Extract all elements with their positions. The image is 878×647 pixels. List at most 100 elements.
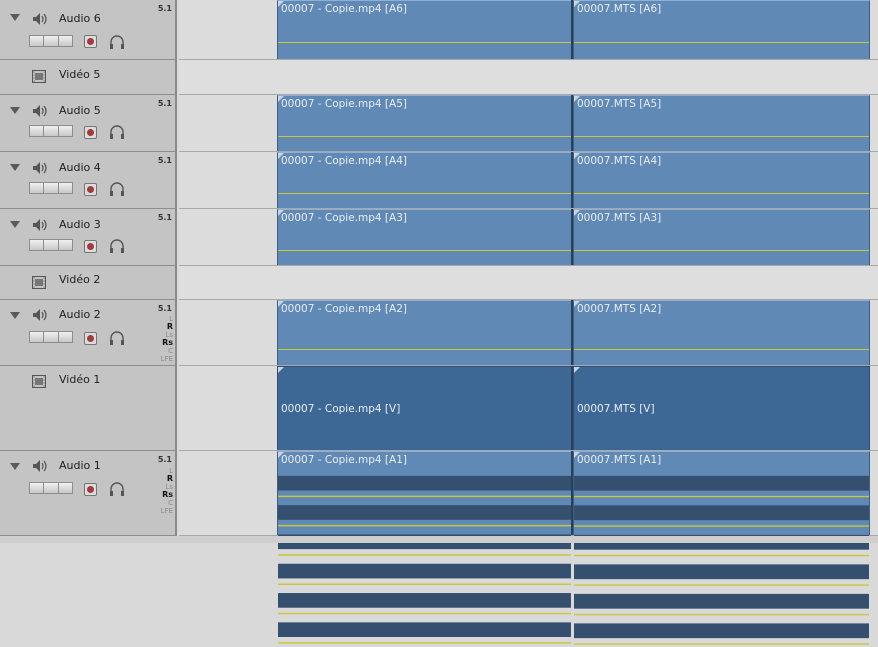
keyframe-next-icon[interactable] bbox=[57, 331, 73, 343]
headphones-icon[interactable] bbox=[109, 239, 125, 253]
volume-line[interactable] bbox=[574, 193, 869, 194]
track-lane[interactable] bbox=[179, 266, 878, 300]
audio-clip[interactable]: 00007 - Copie.mp4 [A5] bbox=[277, 95, 572, 151]
keyframe-next-icon[interactable] bbox=[57, 182, 73, 194]
track-name: Audio 1 bbox=[59, 459, 101, 472]
track-lane[interactable]: 00007 - Copie.mp4 [A1] 00007.MTS [A1] bbox=[179, 451, 878, 645]
headphones-icon[interactable] bbox=[109, 182, 125, 196]
keyframe-prev-icon[interactable] bbox=[29, 331, 45, 343]
record-icon[interactable] bbox=[84, 483, 97, 496]
keyframe-add-icon[interactable] bbox=[43, 239, 59, 251]
keyframe-prev-icon[interactable] bbox=[29, 35, 45, 47]
audio-clip[interactable]: 00007 - Copie.mp4 [A6] bbox=[277, 0, 572, 59]
audio-clip[interactable]: 00007 - Copie.mp4 [A3] bbox=[277, 209, 572, 265]
volume-line[interactable] bbox=[574, 42, 869, 43]
audio-clip[interactable]: 00007.MTS [A3] bbox=[573, 209, 870, 265]
keyframe-next-icon[interactable] bbox=[57, 35, 73, 47]
volume-line[interactable] bbox=[574, 136, 869, 137]
video-clip[interactable]: 00007 - Copie.mp4 [V] bbox=[277, 366, 572, 450]
audio-clip[interactable]: 00007.MTS [A4] bbox=[573, 152, 870, 208]
volume-line[interactable] bbox=[278, 42, 571, 43]
track-header[interactable]: Audio 5 5.1 bbox=[0, 95, 177, 152]
track-header[interactable]: Audio 1 5.1 L R Ls Rs C LFE bbox=[0, 451, 177, 536]
clip-label: 00007.MTS [V] bbox=[577, 403, 655, 415]
keyframe-add-icon[interactable] bbox=[43, 331, 59, 343]
video-clip[interactable]: 00007.MTS [V] bbox=[573, 366, 870, 450]
track-name: Vidéo 5 bbox=[59, 68, 101, 81]
track-header[interactable]: Vidéo 5 bbox=[0, 60, 177, 95]
triangle-down-icon[interactable] bbox=[10, 463, 20, 470]
keyframe-add-icon[interactable] bbox=[43, 125, 59, 137]
track-header[interactable]: Vidéo 2 bbox=[0, 266, 177, 300]
audio-clip[interactable]: 00007 - Copie.mp4 [A1] bbox=[277, 451, 572, 644]
triangle-down-icon[interactable] bbox=[10, 14, 20, 21]
channel-label: LFE bbox=[160, 355, 173, 363]
track-name: Audio 6 bbox=[59, 12, 101, 25]
speaker-icon[interactable] bbox=[32, 218, 48, 232]
record-icon[interactable] bbox=[84, 332, 97, 345]
keyframe-next-icon[interactable] bbox=[57, 125, 73, 137]
triangle-down-icon[interactable] bbox=[10, 221, 20, 228]
volume-line[interactable] bbox=[278, 136, 571, 137]
track-lane[interactable] bbox=[179, 60, 878, 95]
volume-line[interactable] bbox=[278, 250, 571, 251]
track-header[interactable]: Audio 4 5.1 bbox=[0, 152, 177, 209]
volume-line[interactable] bbox=[574, 349, 869, 350]
speaker-icon[interactable] bbox=[32, 104, 48, 118]
keyframe-prev-icon[interactable] bbox=[29, 239, 45, 251]
channel-label: C bbox=[168, 499, 173, 507]
audio-clip[interactable]: 00007.MTS [A5] bbox=[573, 95, 870, 151]
keyframe-navigator bbox=[29, 35, 73, 47]
audio-clip[interactable]: 00007 - Copie.mp4 [A4] bbox=[277, 152, 572, 208]
keyframe-prev-icon[interactable] bbox=[29, 182, 45, 194]
clip-label: 00007.MTS [A6] bbox=[577, 3, 662, 15]
speaker-icon[interactable] bbox=[32, 459, 48, 473]
track-lane[interactable]: 00007 - Copie.mp4 [A5] 00007.MTS [A5] bbox=[179, 95, 878, 152]
track-audio-4: Audio 4 5.1 00007 - Copie.mp4 [A4] 00007… bbox=[0, 152, 878, 209]
track-lane[interactable]: 00007 - Copie.mp4 [A4] 00007.MTS [A4] bbox=[179, 152, 878, 209]
keyframe-prev-icon[interactable] bbox=[29, 125, 45, 137]
headphones-icon[interactable] bbox=[109, 125, 125, 139]
volume-line[interactable] bbox=[278, 349, 571, 350]
record-icon[interactable] bbox=[84, 240, 97, 253]
track-lane[interactable]: 00007 - Copie.mp4 [A2] 00007.MTS [A2] bbox=[179, 300, 878, 366]
track-video-5: Vidéo 5 bbox=[0, 60, 878, 95]
track-lane[interactable]: 00007 - Copie.mp4 [V] 00007.MTS [V] bbox=[179, 366, 878, 451]
track-header[interactable]: Audio 2 5.1 L R Ls Rs C LFE bbox=[0, 300, 177, 366]
track-name: Audio 4 bbox=[59, 161, 101, 174]
keyframe-add-icon[interactable] bbox=[43, 482, 59, 494]
speaker-icon[interactable] bbox=[32, 12, 48, 26]
headphones-icon[interactable] bbox=[109, 331, 125, 345]
record-icon[interactable] bbox=[84, 35, 97, 48]
track-name: Audio 3 bbox=[59, 218, 101, 231]
volume-line[interactable] bbox=[278, 193, 571, 194]
audio-clip[interactable]: 00007 - Copie.mp4 [A2] bbox=[277, 300, 572, 365]
triangle-down-icon[interactable] bbox=[10, 107, 20, 114]
track-header[interactable]: Audio 6 5.1 bbox=[0, 0, 177, 60]
track-lane[interactable]: 00007 - Copie.mp4 [A3] 00007.MTS [A3] bbox=[179, 209, 878, 266]
speaker-icon[interactable] bbox=[32, 161, 48, 175]
audio-clip[interactable]: 00007.MTS [A6] bbox=[573, 0, 870, 59]
volume-line[interactable] bbox=[574, 250, 869, 251]
track-lane[interactable]: 00007 - Copie.mp4 [A6] 00007.MTS [A6] bbox=[179, 0, 878, 60]
keyframe-next-icon[interactable] bbox=[57, 482, 73, 494]
speaker-icon[interactable] bbox=[32, 308, 48, 322]
keyframe-add-icon[interactable] bbox=[43, 182, 59, 194]
audio-clip[interactable]: 00007.MTS [A1] bbox=[573, 451, 870, 645]
record-icon[interactable] bbox=[84, 126, 97, 139]
film-icon[interactable] bbox=[32, 70, 46, 83]
keyframe-next-icon[interactable] bbox=[57, 239, 73, 251]
film-icon[interactable] bbox=[32, 375, 46, 388]
record-icon[interactable] bbox=[84, 183, 97, 196]
keyframe-prev-icon[interactable] bbox=[29, 482, 45, 494]
film-icon[interactable] bbox=[32, 276, 46, 289]
audio-clip[interactable]: 00007.MTS [A2] bbox=[573, 300, 870, 365]
keyframe-add-icon[interactable] bbox=[43, 35, 59, 47]
triangle-down-icon[interactable] bbox=[10, 312, 20, 319]
headphones-icon[interactable] bbox=[109, 482, 125, 496]
headphones-icon[interactable] bbox=[109, 35, 125, 49]
track-name: Audio 5 bbox=[59, 104, 101, 117]
track-header[interactable]: Vidéo 1 bbox=[0, 366, 177, 451]
triangle-down-icon[interactable] bbox=[10, 164, 20, 171]
track-header[interactable]: Audio 3 5.1 bbox=[0, 209, 177, 266]
